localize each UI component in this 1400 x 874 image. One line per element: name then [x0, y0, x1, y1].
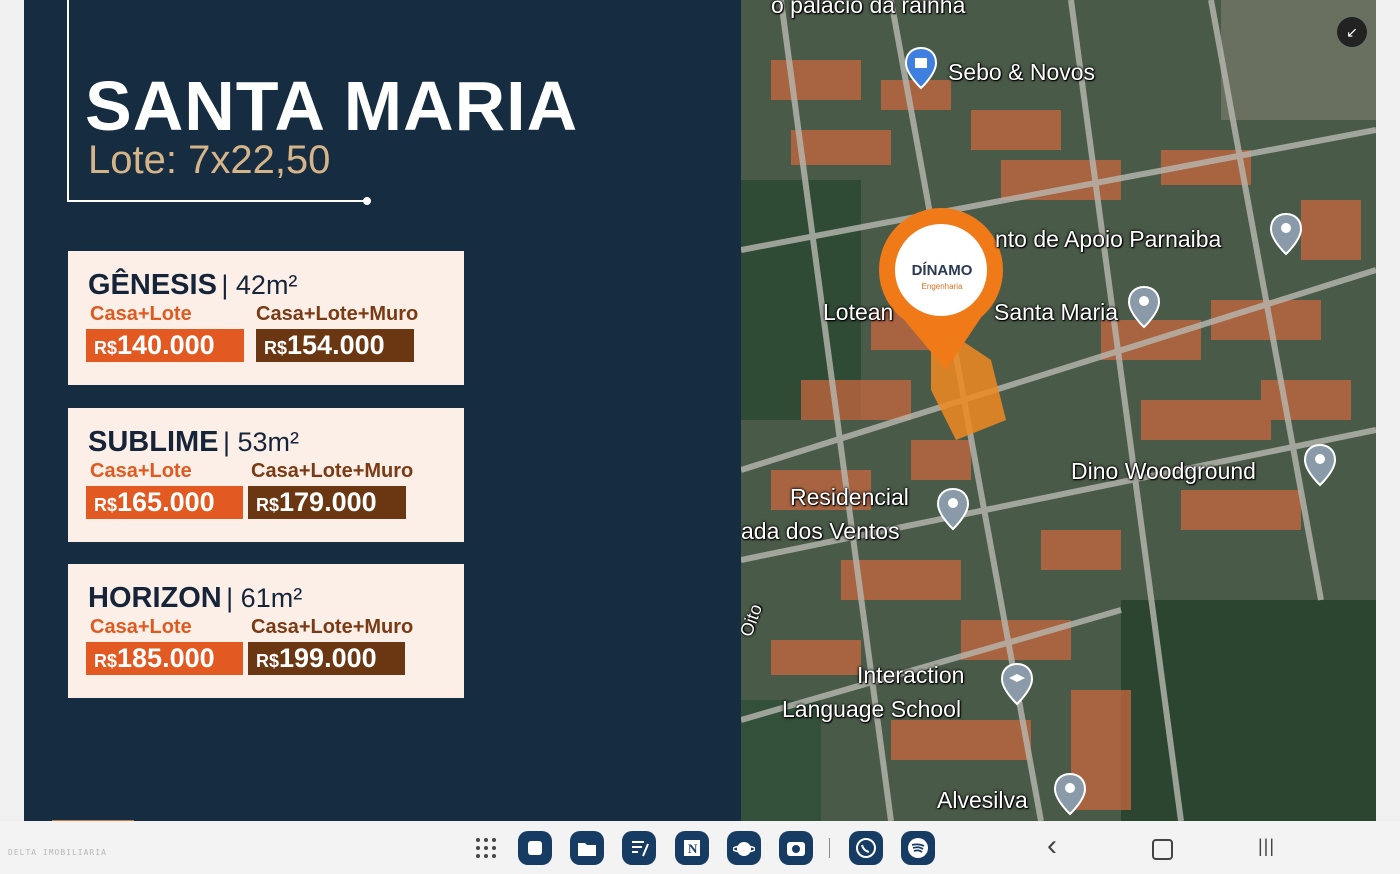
slide-title: SANTA MARIA [85, 67, 579, 145]
price-value: 165.000 [117, 487, 215, 517]
currency-symbol: R$ [256, 495, 280, 515]
place-pin-icon[interactable] [1126, 285, 1162, 329]
editor-icon[interactable] [622, 831, 656, 865]
shopping-bag-pin-icon[interactable] [903, 46, 939, 90]
school-pin-icon[interactable] [999, 662, 1035, 706]
price-label-casa-lote-muro: Casa+Lote+Muro [256, 303, 419, 325]
back-button[interactable]: ‹ [1047, 829, 1057, 863]
planet-icon[interactable] [727, 831, 761, 865]
map-label-ventos: ada dos Ventos [741, 518, 900, 544]
model-name: SUBLIME [88, 426, 219, 458]
price-label-casa-lote-muro: Casa+Lote+Muro [251, 616, 414, 638]
camera-icon[interactable] [779, 831, 813, 865]
svg-text:N: N [688, 841, 698, 856]
taskbar: DELTA IMOBILIARIA N ‹ ||| [0, 821, 1400, 874]
price-label-casa-lote: Casa+Lote [90, 303, 192, 325]
map-label-residencial: Residencial [790, 484, 909, 510]
currency-symbol: R$ [94, 651, 118, 671]
app-drawer-icon[interactable] [469, 831, 503, 865]
price-tag-casa-lote: R$165.000 [86, 486, 243, 519]
currency-symbol: R$ [94, 495, 118, 515]
frame-line-horizontal [67, 200, 367, 202]
price-tag-casa-lote: R$185.000 [86, 642, 243, 675]
price-label-casa-lote-muro: Casa+Lote+Muro [251, 460, 414, 482]
model-size: | 53m² [222, 427, 299, 457]
model-name-row: SUBLIME | 53m² [88, 426, 299, 459]
map-label-sebo: Sebo & Novos [948, 59, 1096, 85]
map-label-loteamento: Lotean [823, 299, 894, 325]
map-label-centro-apoio: nto de Apoio Parnaiba [995, 226, 1222, 252]
collapse-icon[interactable]: ↙ [1337, 17, 1367, 47]
recents-button[interactable]: ||| [1258, 836, 1275, 857]
model-size: | 61m² [226, 583, 303, 613]
price-tag-casa-lote: R$140.000 [86, 329, 244, 362]
spotify-icon[interactable] [901, 831, 935, 865]
model-size: | 42m² [221, 270, 298, 300]
taskbar-divider [829, 838, 830, 858]
map-label-palace: o palácio da rainha [771, 0, 966, 18]
model-name-row: HORIZON | 61m² [88, 582, 302, 615]
notes-icon[interactable] [518, 831, 552, 865]
frame-line-vertical [67, 0, 69, 202]
currency-symbol: R$ [264, 338, 288, 358]
place-pin-icon[interactable] [1302, 443, 1338, 487]
price-value: 154.000 [287, 330, 385, 360]
price-value: 199.000 [279, 643, 377, 673]
currency-symbol: R$ [94, 338, 118, 358]
price-value: 185.000 [117, 643, 215, 673]
place-pin-icon[interactable] [935, 487, 971, 531]
price-value: 140.000 [117, 330, 215, 360]
files-icon[interactable] [570, 831, 604, 865]
map-label-interaction: Interaction [857, 662, 965, 688]
price-tag-casa-lote-muro: R$154.000 [256, 329, 414, 362]
price-label-casa-lote: Casa+Lote [90, 616, 192, 638]
model-name-row: GÊNESIS | 42m² [88, 269, 297, 302]
map-label-santa-maria: Santa Maria [994, 299, 1119, 325]
whatsapp-icon[interactable] [849, 831, 883, 865]
map-label-language-school: Language School [782, 696, 962, 722]
frame-dot [363, 197, 371, 205]
slide-subtitle: Lote: 7x22,50 [88, 138, 331, 182]
currency-symbol: R$ [256, 651, 280, 671]
place-pin-icon[interactable] [1268, 212, 1304, 256]
dinamo-logo-subtitle: Engenharia [921, 282, 963, 291]
map-label-dino-woodground: Dino Woodground [1071, 458, 1256, 484]
price-value: 179.000 [279, 487, 377, 517]
property-slide: SANTA MARIA Lote: 7x22,50 GÊNESIS | 42m²… [24, 0, 741, 821]
notion-icon[interactable]: N [675, 831, 709, 865]
model-card-genesis: GÊNESIS | 42m² Casa+Lote Casa+Lote+Muro … [68, 251, 464, 385]
model-card-horizon: HORIZON | 61m² Casa+Lote Casa+Lote+Muro … [68, 564, 464, 698]
price-tag-casa-lote-muro: R$179.000 [248, 486, 406, 519]
device-label: DELTA IMOBILIARIA [8, 848, 107, 857]
place-pin-icon[interactable] [1052, 772, 1088, 816]
dinamo-logo: DÍNAMO [911, 262, 973, 279]
map-label-alvesilva: Alvesilva [937, 787, 1028, 813]
model-name: GÊNESIS [88, 269, 217, 301]
model-card-sublime: SUBLIME | 53m² Casa+Lote Casa+Lote+Muro … [68, 408, 464, 542]
home-button[interactable] [1152, 839, 1173, 860]
price-label-casa-lote: Casa+Lote [90, 460, 192, 482]
price-tag-casa-lote-muro: R$199.000 [248, 642, 405, 675]
model-name: HORIZON [88, 582, 222, 614]
satellite-map[interactable]: o palácio da rainha Sebo & Novos nto de … [741, 0, 1376, 821]
